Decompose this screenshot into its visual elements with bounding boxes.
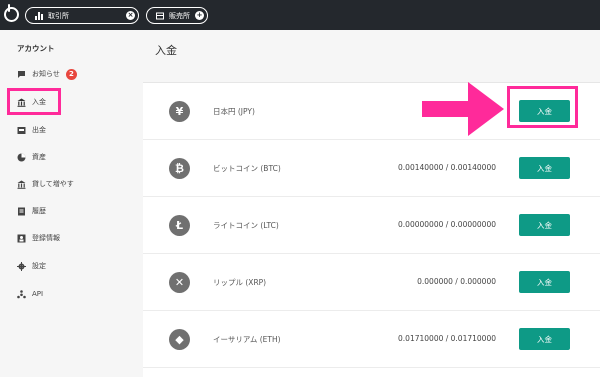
currency-row-ltc: Ł ライトコイン (LTC) 0.00000000 / 0.00000000 入… [143, 197, 600, 254]
top-bar: 取引所 × 販売所 + [0, 0, 600, 30]
ethereum-icon: ◆ [169, 329, 190, 350]
tab-store[interactable]: 販売所 + [146, 7, 208, 24]
message-icon [17, 70, 26, 79]
bitcoin-icon: ₿ [169, 158, 190, 179]
page-title: 入金 [155, 44, 177, 57]
currency-balance: 0.000000 / 0.000000 [417, 277, 496, 286]
profile-icon [17, 234, 26, 243]
lending-icon [17, 180, 26, 189]
deposit-button-ltc[interactable]: 入金 [519, 214, 570, 236]
tab-store-label: 販売所 [169, 11, 190, 20]
plus-icon[interactable]: + [195, 11, 204, 20]
withdraw-icon [17, 126, 26, 135]
currency-name: リップル (XRP) [213, 278, 267, 287]
yen-icon: ¥ [169, 101, 190, 122]
sidebar-item-settings[interactable]: 設定 [17, 259, 46, 273]
currency-balance: 0.00000000 / 0.00000000 [398, 220, 496, 229]
sidebar-item-withdraw[interactable]: 出金 [17, 123, 46, 137]
sidebar-item-profile[interactable]: 登録情報 [17, 231, 60, 245]
sidebar-item-assets[interactable]: 資産 [17, 150, 46, 164]
close-icon[interactable]: × [126, 11, 135, 20]
currency-row-btc: ₿ ビットコイン (BTC) 0.00140000 / 0.00140000 入… [143, 140, 600, 197]
currency-balance: 0.01710000 / 0.01710000 [398, 334, 496, 343]
currency-balance: 0.00140000 / 0.00140000 [398, 163, 496, 172]
sidebar-item-label: 資産 [32, 153, 46, 161]
notification-badge: 2 [65, 68, 77, 80]
sidebar-heading: アカウント [17, 44, 55, 53]
api-icon [17, 289, 26, 299]
sidebar-item-lending[interactable]: 貸して増やす [17, 177, 74, 191]
deposit-button-eth[interactable]: 入金 [519, 328, 570, 350]
logo-icon[interactable] [4, 4, 19, 22]
currency-name: 日本円 (JPY) [213, 107, 255, 116]
sidebar-item-label: お知らせ [32, 70, 60, 78]
sidebar-item-history[interactable]: 履歴 [17, 204, 46, 218]
store-icon [156, 12, 164, 20]
sidebar-item-label: 貸して増やす [32, 180, 74, 188]
currency-row-xrp: ✕ リップル (XRP) 0.000000 / 0.000000 入金 [143, 254, 600, 311]
deposit-button-btc[interactable]: 入金 [519, 157, 570, 179]
currency-row-eth: ◆ イーサリアム (ETH) 0.01710000 / 0.01710000 入… [143, 311, 600, 368]
history-icon [17, 207, 26, 216]
tab-exchange[interactable]: 取引所 × [25, 7, 139, 24]
deposit-button-xrp[interactable]: 入金 [519, 271, 570, 293]
currency-name: ビットコイン (BTC) [213, 164, 281, 173]
arrow-right-icon [422, 82, 504, 136]
ripple-icon: ✕ [169, 272, 190, 293]
sidebar-item-api[interactable]: API [17, 287, 43, 301]
currency-name: イーサリアム (ETH) [213, 335, 281, 344]
sidebar-item-notices[interactable]: お知らせ 2 [17, 67, 77, 81]
sidebar-item-label: API [32, 290, 44, 298]
chart-bars-icon [35, 11, 43, 20]
highlight-deposit-menu [7, 88, 61, 115]
sidebar-item-label: 履歴 [32, 207, 46, 215]
pie-chart-icon [17, 153, 26, 162]
gear-icon [17, 261, 26, 271]
highlight-deposit-button [507, 86, 578, 128]
sidebar-item-label: 設定 [32, 262, 46, 270]
sidebar-item-label: 出金 [32, 126, 46, 134]
litecoin-icon: Ł [169, 215, 190, 236]
sidebar-item-label: 登録情報 [32, 234, 60, 242]
tab-exchange-label: 取引所 [48, 11, 69, 20]
currency-name: ライトコイン (LTC) [213, 221, 279, 230]
